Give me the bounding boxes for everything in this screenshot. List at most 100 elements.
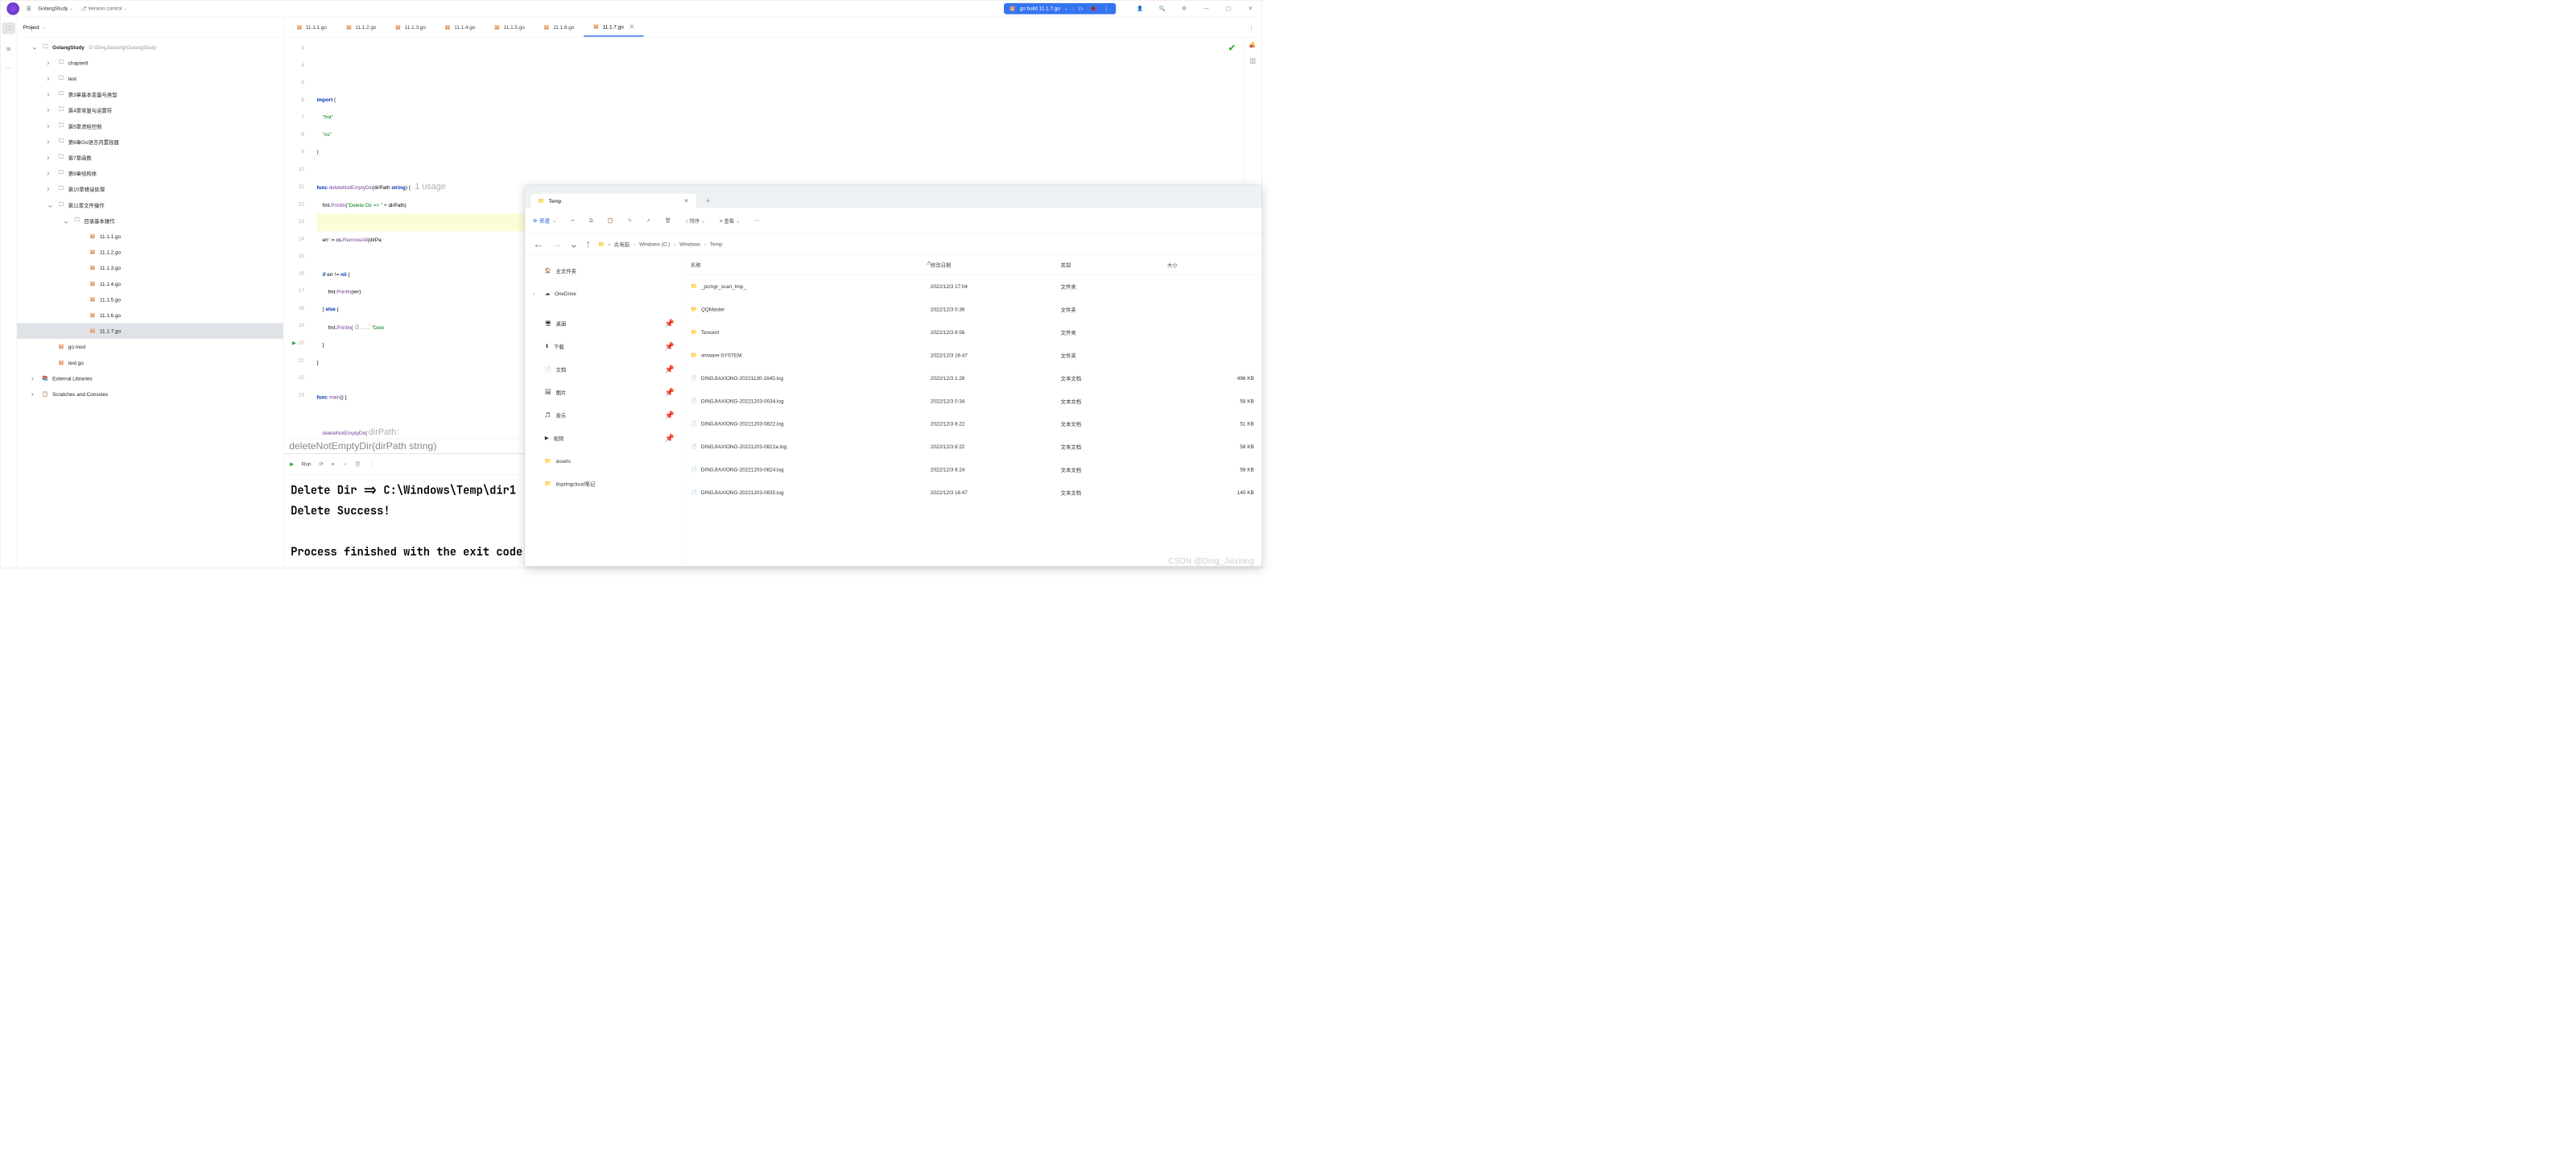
copy-icon[interactable]: ⧉ [589, 217, 593, 224]
structure-tool-icon[interactable]: ⊞ [6, 46, 10, 52]
tree-row[interactable]: 🐹go.mod [17, 339, 283, 355]
tree-row[interactable]: 🐹11.1.5.go [17, 291, 283, 308]
col-name[interactable]: 名称 [691, 261, 927, 268]
file-row[interactable]: 📁QQMaster2022/12/3 0:39文件夹 [683, 298, 1261, 320]
explorer-side-item[interactable]: ⬇下载📌 [527, 335, 680, 357]
tree-row[interactable]: 🐹11.1.6.go [17, 308, 283, 324]
file-row[interactable]: 📄DINGJIAXIONG-20221130-1645.log2022/12/3… [683, 366, 1261, 389]
new-tab-button[interactable]: ＋ [700, 192, 716, 208]
tree-row[interactable]: 🐹test.go [17, 355, 283, 371]
paste-icon[interactable]: 📋 [607, 217, 613, 224]
project-tool-icon[interactable]: 🗀 [2, 23, 15, 35]
file-row[interactable]: 📄DINGJIAXIONG-20221203-0822.log2022/12/3… [683, 412, 1261, 435]
debug-button-icon[interactable]: 🐞 [1088, 6, 1098, 12]
nav-back-icon[interactable]: ← [533, 237, 544, 250]
address-breadcrumb[interactable]: 📁 › 此电脑 › Windows (C:) › Windows › Temp [598, 240, 722, 247]
run-config-selector[interactable]: 🐹 go build 11.1.7.go ⌄ | ▷ 🐞 ⋮ [1004, 3, 1116, 14]
tree-row[interactable]: ›🗀chapter8 [17, 55, 283, 71]
tree-row[interactable]: ›🗀test [17, 71, 283, 87]
rename-icon[interactable]: ✎ [628, 217, 632, 224]
account-icon[interactable]: 👤 [1135, 3, 1146, 14]
tree-row[interactable]: 🐹11.1.2.go [17, 244, 283, 260]
close-tab-icon[interactable]: ✕ [684, 197, 688, 204]
col-size[interactable]: 大小 [1167, 261, 1254, 268]
project-dropdown[interactable]: GolangStudy ⌄ [38, 6, 73, 12]
tree-row[interactable]: ›🗀第6章Go语言内置容器 [17, 134, 283, 150]
tree-row[interactable]: ›🗀第7章函数 [17, 150, 283, 166]
view-button[interactable]: ≡ 查看 ⌄ [720, 217, 740, 224]
toolbar-more-icon[interactable]: ⋯ [754, 217, 759, 224]
close-icon[interactable]: ✕ [1245, 3, 1256, 14]
restart-icon[interactable]: ⟳ [319, 461, 323, 468]
explorer-side-item[interactable]: 🖥桌面📌 [527, 312, 680, 335]
settings-icon[interactable]: ⚙ [1179, 3, 1190, 14]
tabs-more-icon[interactable]: ⋮ [1244, 24, 1258, 31]
tree-row[interactable]: ›🗀第3章基本变量与类型 [17, 86, 283, 102]
share-icon[interactable]: ↗ [646, 217, 650, 224]
explorer-side-item[interactable]: 🏠主文件夹 [527, 259, 680, 282]
new-button[interactable]: ⊕ 新建 ⌄ [533, 217, 556, 224]
tree-row[interactable]: ›🗀第4章常量与运算符 [17, 102, 283, 118]
tree-row[interactable]: ⌄🗀第11章文件操作 [17, 197, 283, 213]
nav-up-icon[interactable]: ↑ [585, 237, 591, 250]
explorer-side-item[interactable]: ▶视频📌 [527, 427, 680, 449]
tree-row[interactable]: 🐹11.1.7.go [17, 323, 283, 339]
explorer-side-item[interactable]: 📁assets [527, 449, 680, 472]
explorer-side-item[interactable]: 🎵音乐📌 [527, 403, 680, 426]
tree-row[interactable]: 🐹11.1.3.go [17, 260, 283, 276]
file-row[interactable]: 📄DINGJIAXIONG-20221203-0822a.log2022/12/… [683, 435, 1261, 457]
col-date[interactable]: 修改日期 [931, 261, 1057, 268]
minimize-icon[interactable]: — [1201, 3, 1212, 14]
delete-icon[interactable]: 🗑 [665, 217, 671, 224]
run-more-icon[interactable]: ⋮ [1102, 6, 1110, 12]
tree-row[interactable]: ›📋Scratches and Consoles [17, 386, 283, 402]
search-icon[interactable]: 🔍 [1157, 3, 1167, 14]
file-row[interactable]: 📁_pcmgr_scan_tmp_2022/12/3 17:04文件夹 [683, 275, 1261, 298]
editor-tab[interactable]: 🐹11.1.5.go [485, 20, 534, 35]
tree-row[interactable]: ›🗀第5章流程控制 [17, 118, 283, 134]
maximize-icon[interactable]: ▢ [1223, 3, 1233, 14]
nav-forward-icon[interactable]: → [551, 237, 563, 250]
stop-icon[interactable]: ■ [331, 461, 334, 467]
database-icon[interactable]: 🗄 [1249, 58, 1256, 64]
tree-row[interactable]: 🐹11.1.4.go [17, 276, 283, 292]
file-row[interactable]: 📄DINGJIAXIONG-20221203-0835.log2022/12/3… [683, 481, 1261, 503]
project-tree[interactable]: ⌄🗀GolangStudyD:\DingJiaxiong\GolangStudy… [17, 38, 283, 568]
run-button-icon[interactable]: ▷ [1078, 6, 1085, 12]
editor-tab[interactable]: 🐹11.1.3.go [386, 20, 435, 35]
sort-button[interactable]: ↕ 排序 ⌄ [685, 217, 705, 224]
editor-tab[interactable]: 🐹11.1.4.go [436, 20, 485, 35]
file-row[interactable]: 📄DINGJIAXIONG-20221203-0824.log2022/12/3… [683, 458, 1261, 481]
editor-tab[interactable]: 🐹11.1.6.go [535, 20, 584, 35]
col-type[interactable]: 类型 [1061, 261, 1163, 268]
tree-row[interactable]: ›🗀第9章结构体 [17, 165, 283, 181]
tree-row[interactable]: 🐹11.1.1.go [17, 229, 283, 245]
tree-row[interactable]: ›🗀第10章错误处理 [17, 181, 283, 197]
main-menu-icon[interactable]: ☰ [27, 6, 31, 12]
cut-icon[interactable]: ✂ [571, 217, 575, 224]
exit-icon[interactable]: ⇥ [342, 461, 346, 468]
trash-icon[interactable]: 🗑 [354, 461, 361, 468]
tree-row[interactable]: ⌄🗀目录基本操作 [17, 213, 283, 229]
tree-row[interactable]: ›📚External Libraries [17, 370, 283, 386]
explorer-side-item[interactable]: 🖼图片📌 [527, 381, 680, 403]
editor-tab[interactable]: 🐹11.1.7.go× [584, 18, 644, 37]
chevron-down-icon[interactable]: ⌄ [42, 24, 46, 31]
file-explorer-window[interactable]: 📁 Temp ✕ ＋ ⊕ 新建 ⌄ ✂ ⧉ 📋 ✎ ↗ 🗑 ↕ 排序 ⌄ ≡ 查… [525, 184, 1262, 566]
file-row[interactable]: 📁Tencent2022/12/3 8:56文件夹 [683, 320, 1261, 343]
run-more-options-icon[interactable]: ⋮ [369, 461, 374, 468]
tree-row[interactable]: ⌄🗀GolangStudyD:\DingJiaxiong\GolangStudy [17, 39, 283, 56]
editor-tab[interactable]: 🐹11.1.2.go [336, 20, 386, 35]
explorer-side-item[interactable]: 📄文档📌 [527, 357, 680, 380]
vcs-dropdown[interactable]: ⎇ Version control ⌄ [80, 6, 127, 12]
notifications-icon[interactable]: 🔔 [1249, 41, 1256, 47]
editor-tab[interactable]: 🐹11.1.1.go [287, 20, 336, 35]
explorer-side-item[interactable]: ›☁OneDrive [527, 282, 680, 304]
close-tab-icon[interactable]: × [630, 21, 634, 31]
more-tool-icon[interactable]: ⋯ [6, 64, 10, 71]
nav-history-icon[interactable]: ⌄ [569, 237, 578, 250]
explorer-tab-temp[interactable]: 📁 Temp ✕ [530, 194, 696, 208]
file-row[interactable]: 📄DINGJIAXIONG-20221203-0034.log2022/12/3… [683, 390, 1261, 412]
file-row[interactable]: 📁vmware-SYSTEM2022/12/3 16:47文件夹 [683, 344, 1261, 366]
rerun-icon[interactable]: ▶ [290, 461, 294, 468]
